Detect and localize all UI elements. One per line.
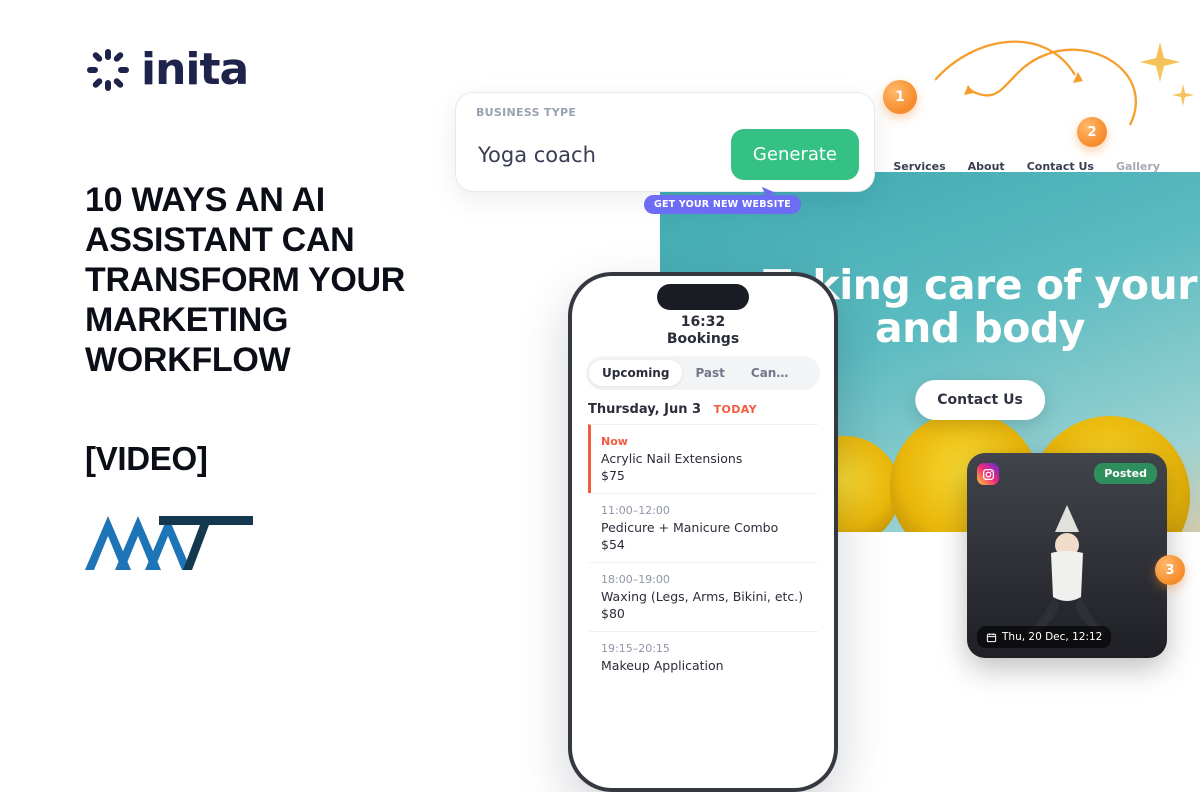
tab-cancelled[interactable]: Can… xyxy=(738,360,801,386)
booking-service: Acrylic Nail Extensions xyxy=(601,451,816,466)
instagram-post-card: Posted Thu, 20 Dec, 12:12 xyxy=(967,453,1167,658)
step-badge-3: 3 xyxy=(1155,555,1185,585)
generator-card: BUSINESS TYPE Yoga coach Generate xyxy=(455,92,875,192)
booking-item[interactable]: 18:00–19:00 Waxing (Legs, Arms, Bikini, … xyxy=(588,562,818,631)
phone-time: 16:32 xyxy=(572,314,834,330)
step-badge-2: 2 xyxy=(1077,117,1107,147)
post-datetime-chip: Thu, 20 Dec, 12:12 xyxy=(977,626,1111,648)
mwt-logo xyxy=(85,512,253,580)
inita-wordmark: inita xyxy=(141,44,248,95)
nav-services[interactable]: Services xyxy=(893,160,945,173)
post-status-badge: Posted xyxy=(1094,463,1157,484)
booking-price: $75 xyxy=(601,468,816,483)
booking-service: Waxing (Legs, Arms, Bikini, etc.) xyxy=(601,589,816,604)
booking-price: $80 xyxy=(601,606,816,621)
instagram-icon xyxy=(977,463,999,485)
generator-label: BUSINESS TYPE xyxy=(476,106,859,119)
nav-about[interactable]: About xyxy=(968,160,1005,173)
booking-time: 19:15–20:15 xyxy=(601,642,816,655)
tab-past[interactable]: Past xyxy=(682,360,737,386)
phone-notch xyxy=(657,284,749,310)
sparkle-icon xyxy=(1172,84,1194,110)
page-title: 10 WAYS AN AI ASSISTANT CAN TRANSFORM YO… xyxy=(85,180,485,381)
booking-item[interactable]: 11:00–12:00 Pedicure + Manicure Combo $5… xyxy=(588,493,818,562)
booking-item[interactable]: 19:15–20:15 Makeup Application xyxy=(588,631,818,683)
generate-button[interactable]: Generate xyxy=(731,129,859,180)
booking-service: Pedicure + Manicure Combo xyxy=(601,520,816,535)
booking-service: Makeup Application xyxy=(601,658,816,673)
step-badge-1: 1 xyxy=(883,80,917,114)
phone-screen-title: Bookings xyxy=(572,331,834,347)
nav-gallery[interactable]: Gallery xyxy=(1116,160,1160,173)
video-tag: [VIDEO] xyxy=(85,440,208,478)
hero-contact-button[interactable]: Contact Us xyxy=(915,380,1045,420)
business-type-input[interactable]: Yoga coach xyxy=(476,143,596,167)
booking-time: Now xyxy=(601,435,816,448)
booking-price: $54 xyxy=(601,537,816,552)
phone-today-badge: TODAY xyxy=(714,403,757,416)
phone-tabs: Upcoming Past Can… xyxy=(586,356,820,390)
booking-item[interactable]: Now Acrylic Nail Extensions $75 xyxy=(588,424,818,493)
sparkle-icon xyxy=(1140,42,1180,86)
bookings-list: Now Acrylic Nail Extensions $75 11:00–12… xyxy=(588,424,818,683)
phone-date-row: Thursday, Jun 3 TODAY xyxy=(588,402,757,417)
tab-upcoming[interactable]: Upcoming xyxy=(589,360,682,386)
booking-time: 11:00–12:00 xyxy=(601,504,816,517)
inita-spark-icon xyxy=(85,47,131,93)
calendar-icon xyxy=(986,632,997,643)
cursor-icon xyxy=(760,185,778,207)
inita-logo: inita xyxy=(85,44,248,95)
hero-line2: and body xyxy=(875,304,1085,352)
post-datetime: Thu, 20 Dec, 12:12 xyxy=(1002,631,1102,643)
yoga-figure-image xyxy=(1007,497,1127,641)
booking-time: 18:00–19:00 xyxy=(601,573,816,586)
nav-links: Services About Contact Us Gallery xyxy=(893,160,1160,173)
phone-date: Thursday, Jun 3 xyxy=(588,402,701,417)
nav-contact[interactable]: Contact Us xyxy=(1027,160,1094,173)
phone-mockup: 16:32 Bookings Upcoming Past Can… Thursd… xyxy=(568,272,838,792)
